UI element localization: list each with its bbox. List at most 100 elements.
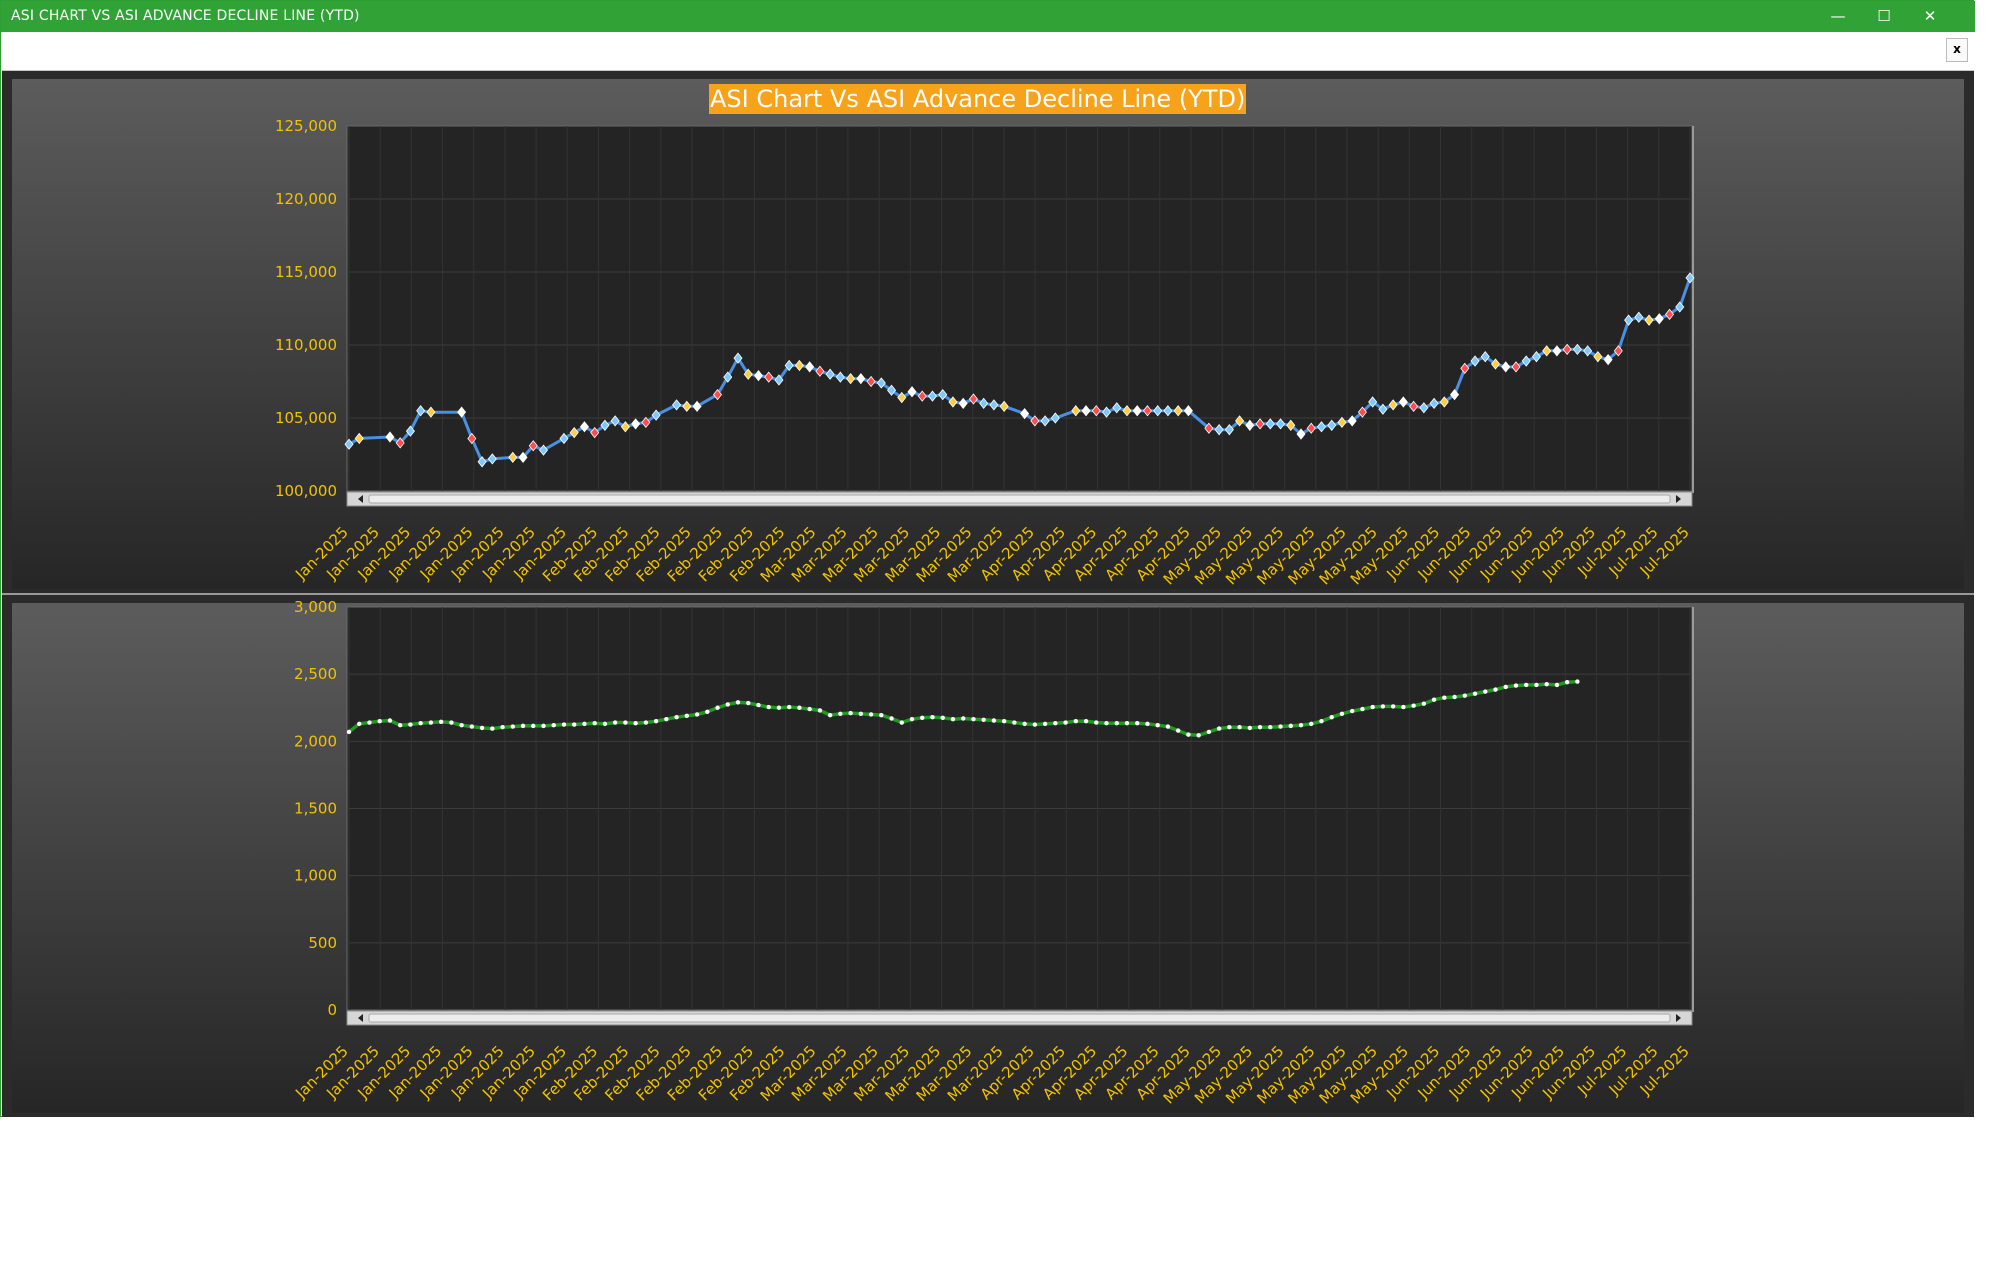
data-point (561, 722, 567, 727)
data-point (664, 716, 669, 722)
y-tick-label: 125,000 (275, 117, 337, 135)
adl-chart-panel: 0 500 1,000 1,500 2,000 2,500 3,000 Jan-2025 Jan… (2, 595, 1974, 1117)
data-point (920, 715, 925, 721)
close-icon[interactable]: ✕ (1907, 1, 1953, 32)
data-point (746, 700, 751, 706)
data-point (1298, 723, 1304, 728)
data-point (909, 716, 915, 722)
asi-chart-panel: 100,000 105,000 110,000 115,000 120,000 125,0… (2, 71, 1974, 593)
data-point (766, 704, 771, 710)
data-point (930, 714, 935, 720)
data-point (1462, 693, 1467, 698)
data-point (1053, 720, 1058, 726)
data-point (674, 714, 679, 720)
data-point (541, 723, 546, 729)
data-point (1575, 679, 1580, 684)
data-point (510, 724, 515, 729)
data-point (1442, 695, 1447, 700)
data-point (1349, 708, 1355, 714)
y-tick-label: 2,500 (294, 665, 337, 683)
y-tick-label: 2,000 (294, 732, 337, 750)
data-point (1319, 718, 1324, 724)
data-point (428, 720, 434, 725)
window-title: ASI CHART VS ASI ADVANCE DECLINE LINE (Y… (11, 8, 360, 24)
data-point (715, 705, 720, 710)
y-tick-label: 115,000 (275, 263, 337, 281)
data-point (1165, 724, 1171, 729)
data-point (377, 718, 382, 724)
data-point (838, 711, 843, 716)
maximize-icon[interactable]: ☐ (1861, 1, 1907, 32)
data-point (899, 720, 904, 725)
data-point (756, 702, 761, 708)
data-point (1554, 682, 1560, 688)
data-point (1175, 728, 1181, 733)
data-point (848, 710, 853, 716)
data-point (572, 722, 577, 727)
data-point (479, 725, 485, 731)
asi-chart-svg: 100,000 105,000 110,000 115,000 120,000 125,0… (12, 79, 1964, 589)
data-point (1431, 697, 1437, 702)
chart-title: ASI Chart Vs ASI Advance Decline Line (Y… (709, 84, 1247, 114)
data-point (551, 723, 556, 728)
y-tick-label: 0 (327, 1001, 337, 1019)
data-point (1329, 714, 1334, 720)
title-bar[interactable]: ASI CHART VS ASI ADVANCE DECLINE LINE (Y… (1, 1, 1975, 32)
data-point (981, 717, 986, 723)
data-point (1104, 720, 1109, 726)
data-point (1124, 720, 1130, 726)
data-point (776, 705, 782, 710)
data-point (1513, 683, 1519, 688)
data-point (520, 723, 526, 729)
data-point (1534, 682, 1539, 688)
data-point (623, 720, 628, 725)
data-point (1135, 720, 1140, 726)
data-point (1094, 720, 1099, 725)
data-point (612, 720, 618, 725)
data-point (500, 725, 505, 730)
data-point (694, 712, 700, 717)
data-point (991, 718, 997, 723)
data-point (868, 712, 874, 717)
data-point (1073, 718, 1079, 724)
data-point (1206, 729, 1212, 735)
close-chart-button[interactable]: x (1946, 38, 1968, 62)
data-point (1360, 706, 1365, 712)
data-point (735, 700, 741, 705)
data-point (1401, 704, 1406, 710)
data-point (653, 718, 659, 724)
data-point (1288, 723, 1293, 729)
data-point (1196, 733, 1201, 738)
data-point (387, 718, 393, 723)
data-point (1452, 694, 1457, 700)
data-point (643, 720, 649, 725)
data-point (531, 723, 536, 729)
data-point (1032, 722, 1038, 727)
data-point (633, 720, 638, 726)
data-point (1247, 725, 1253, 731)
data-point (786, 704, 792, 710)
data-point (1001, 718, 1007, 724)
data-point (1022, 721, 1027, 727)
data-point (725, 702, 730, 707)
data-point (449, 720, 454, 725)
data-point (1421, 701, 1427, 706)
data-point (858, 711, 864, 716)
data-point (1524, 682, 1529, 688)
data-point (490, 726, 495, 731)
minimize-icon[interactable]: — (1815, 1, 1861, 32)
data-point (940, 715, 945, 721)
y-tick-label: 1,500 (294, 800, 337, 818)
data-point (971, 716, 976, 722)
data-point (705, 709, 710, 714)
data-point (592, 720, 597, 726)
y-tick-label: 1,000 (294, 867, 337, 885)
data-point (1155, 723, 1160, 728)
data-point (1564, 680, 1570, 685)
data-point (602, 721, 608, 727)
data-point (1309, 721, 1314, 727)
data-point (1012, 720, 1017, 725)
data-point (357, 721, 362, 727)
data-point (684, 713, 690, 719)
data-point (1493, 687, 1498, 692)
